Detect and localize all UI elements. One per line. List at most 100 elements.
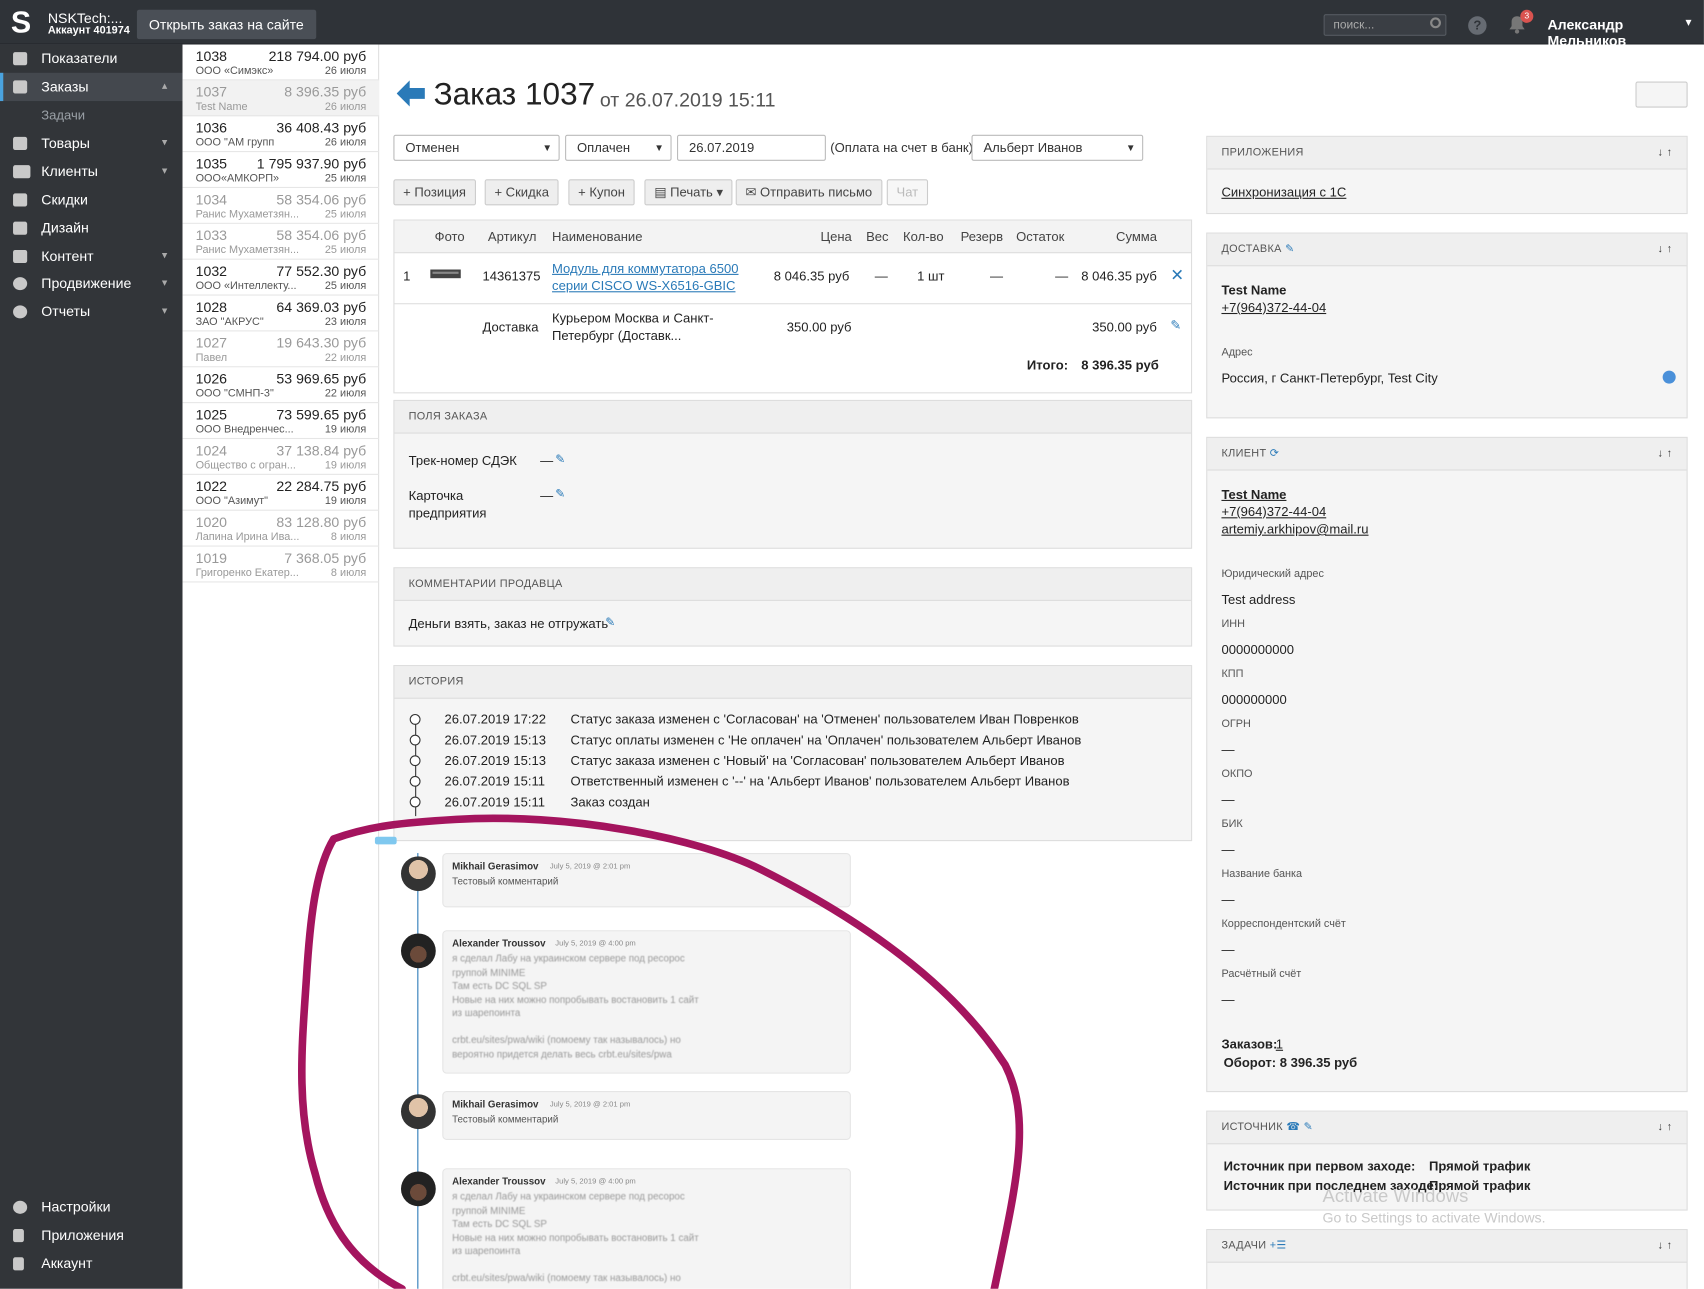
chevron-down-icon[interactable]: ▾ <box>1685 15 1691 29</box>
sidebar-item-clients[interactable]: Клиенты ▾ <box>0 158 183 186</box>
add-discount-button[interactable]: + Скидка <box>484 179 559 206</box>
send-email-button[interactable]: ✉ Отправить письмо <box>735 179 882 206</box>
sidebar-item-discounts[interactable]: Скидки <box>0 186 183 214</box>
edit-icon[interactable]: ✎ <box>1304 1121 1313 1133</box>
list-item[interactable]: 1038 218 794.00 руб ООО «Симэкс» 26 июля <box>182 45 380 81</box>
order-items-table: Фото Артикул Наименование Цена Вес Кол-в… <box>393 219 1193 394</box>
list-item[interactable]: 1026 53 969.65 руб ООО "СМНП-3" 22 июля <box>182 367 380 404</box>
chat-button[interactable]: Чат <box>886 179 928 206</box>
logo[interactable]: S <box>11 6 35 40</box>
chevron-down-icon: ▾ <box>161 136 168 149</box>
sidebar-item-products[interactable]: Товары ▾ <box>0 129 183 157</box>
total-value: 8 396.35 руб <box>1081 357 1159 373</box>
sidebar-item-promotion[interactable]: Продвижение ▾ <box>0 270 183 298</box>
edit-icon[interactable]: ✎ <box>555 454 566 466</box>
edit-icon[interactable]: ✎ <box>1285 243 1294 255</box>
sidebar-item-design[interactable]: Дизайн <box>0 214 183 242</box>
status-select[interactable]: Отменен ▼ <box>393 134 560 161</box>
panel-title: ПОЛЯ ЗАКАЗА <box>394 400 1192 434</box>
list-item[interactable]: 1022 22 284.75 руб ООО "Азимут" 19 июля <box>182 475 380 511</box>
sidebar-item-reports[interactable]: Отчеты ▾ <box>0 298 183 326</box>
phone-link[interactable]: +7(964)372-44-04 <box>1221 300 1326 315</box>
manager-select[interactable]: Альберт Иванов ▼ <box>971 134 1144 161</box>
panel-header[interactable]: ИСТОЧНИК ☎ ✎ ↓ ↑ <box>1207 1111 1687 1145</box>
email-link[interactable]: artemiy.arkhipov@mail.ru <box>1221 522 1368 537</box>
timeline-dot <box>409 775 421 787</box>
history-row: 26.07.2019 17:22 Статус заказа изменен с … <box>394 711 1191 732</box>
product-link[interactable]: Модуль для коммутатора 6500 <box>552 261 738 276</box>
list-item[interactable]: 1032 77 552.30 руб ООО «Интеллекту... 25 ию… <box>182 260 380 296</box>
list-item[interactable]: 1028 64 369.03 руб ЗАО "АКРУС" 23 июля <box>182 296 380 332</box>
list-item[interactable]: 1036 36 408.43 руб ООО "АМ групп 26 июля <box>182 116 380 153</box>
panel-header[interactable]: ЗАДАЧИ +☰ ↓ ↑ <box>1207 1230 1687 1263</box>
edit-icon[interactable]: ✎ <box>555 488 566 500</box>
sidebar-item-apps[interactable]: Приложения <box>0 1221 183 1249</box>
order-detail: Заказ 1037 от 26.07.2019 15:11 Отменен ▼ … <box>379 44 1704 1289</box>
product-link[interactable]: серии CISCO WS-X6516-GBIC <box>552 278 735 293</box>
sidebar-item-content[interactable]: Контент ▾ <box>0 242 183 270</box>
phone-icon[interactable]: ☎ <box>1286 1121 1300 1133</box>
comment-bubble: Mikhail Gerasimov July 5, 2019 @ 2:01 pm … <box>442 853 851 908</box>
account-name[interactable]: NSKTech:... <box>48 10 123 26</box>
sidebar-item-orders[interactable]: Заказы ▴ <box>0 72 183 102</box>
client-orders-link[interactable]: 1 <box>1276 1037 1283 1052</box>
sidebar-item-tasks[interactable]: Задачи <box>0 101 183 129</box>
collapse-buttons[interactable] <box>1635 81 1688 108</box>
table-header: Фото Артикул Наименование Цена Вес Кол-в… <box>394 220 1192 254</box>
sidebar-item-dashboard[interactable]: Показатели <box>0 45 183 73</box>
history-row: 26.07.2019 15:11 Ответственный изменен с … <box>394 773 1191 794</box>
list-item[interactable]: 1035 1 795 937.90 руб ООО«АМКОРП» 25 июля <box>182 152 380 188</box>
sidebar-item-settings[interactable]: Настройки <box>0 1193 183 1221</box>
refresh-icon[interactable]: ⟳ <box>1270 448 1279 460</box>
sidebar-item-account[interactable]: Аккаунт <box>0 1250 183 1278</box>
list-item[interactable]: 1033 58 354.06 руб Ранис Мухаметзян... 25 и… <box>182 224 380 260</box>
seller-comments-panel: КОММЕНТАРИИ ПРОДАВЦА Деньги взять, заказ… <box>393 567 1193 647</box>
edit-icon[interactable]: ✎ <box>1170 317 1181 332</box>
list-item-selected[interactable]: 1037 8 396.35 руб Test Name 26 июля <box>182 80 380 117</box>
comment-bubble: Alexander Troussov July 5, 2019 @ 4:00 pm… <box>442 1168 851 1289</box>
move-arrows-icon[interactable]: ↓ ↑ <box>1658 1230 1673 1263</box>
search-input[interactable]: поиск... <box>1323 14 1447 36</box>
panel-header[interactable]: ПРИЛОЖЕНИЯ ↓ ↑ <box>1207 136 1687 170</box>
add-task-icon[interactable]: +☰ <box>1270 1240 1287 1252</box>
panel-header[interactable]: КЛИЕНТ ⟳ ↓ ↑ <box>1207 437 1687 471</box>
payment-select[interactable]: Оплачен ▼ <box>565 134 672 161</box>
list-item[interactable]: 1024 37 138.84 руб Общество с огран... 19 и… <box>182 439 380 475</box>
panel-header[interactable]: ДОСТАВКА ✎ ↓ ↑ <box>1207 233 1687 267</box>
list-item[interactable]: 1025 73 599.65 руб ООО Внедренчес... 19 июл… <box>182 403 380 440</box>
print-button[interactable]: ▤ Печать ▾ <box>644 179 733 206</box>
search-icon[interactable] <box>1430 17 1441 29</box>
remove-icon[interactable]: ✕ <box>1170 265 1184 284</box>
add-coupon-button[interactable]: + Купон <box>568 179 635 206</box>
order-date: от 26.07.2019 15:11 <box>599 89 776 111</box>
globe-icon[interactable] <box>1662 370 1676 384</box>
timeline-dot <box>409 755 421 767</box>
help-icon[interactable]: ? <box>1468 16 1487 35</box>
user-icon <box>13 1257 24 1271</box>
move-arrows-icon[interactable]: ↓ ↑ <box>1658 1112 1673 1145</box>
pages-icon <box>13 249 28 263</box>
product-photo[interactable] <box>429 266 462 281</box>
payment-date-input[interactable]: 26.07.2019 <box>677 134 826 161</box>
history-panel: ИСТОРИЯ 26.07.2019 17:22 Статус заказа из… <box>393 665 1193 842</box>
list-item[interactable]: 1034 58 354.06 руб Ранис Мухаметзян... 25 и… <box>182 188 380 224</box>
add-position-button[interactable]: + Позиция <box>393 179 476 206</box>
list-item[interactable]: 1019 7 368.05 руб Григоренко Екатер... 8 ию… <box>182 547 380 583</box>
move-arrows-icon[interactable]: ↓ ↑ <box>1658 438 1673 471</box>
top-bar: S NSKTech:... Аккаунт 401974 Открыть зак… <box>0 0 1704 49</box>
edit-icon[interactable]: ✎ <box>605 617 616 629</box>
phone-link[interactable]: +7(964)372-44-04 <box>1221 504 1326 519</box>
avatar <box>400 933 436 969</box>
order-fields-panel: ПОЛЯ ЗАКАЗА Трек-номер СДЭК — ✎ Карточка… <box>393 399 1193 549</box>
move-arrows-icon[interactable]: ↓ ↑ <box>1658 137 1673 170</box>
list-item[interactable]: 1027 19 643.30 руб Павел 22 июля <box>182 331 380 368</box>
back-arrow-icon[interactable] <box>396 80 425 107</box>
account-number: Аккаунт 401974 <box>47 24 130 37</box>
client-name-link[interactable]: Test Name <box>1221 487 1286 502</box>
move-arrows-icon[interactable]: ↓ ↑ <box>1658 234 1673 267</box>
history-row: 26.07.2019 15:11 Заказ создан <box>394 793 1191 814</box>
list-item[interactable]: 1020 83 128.80 руб Лапина Ирина Ива... 8 ию… <box>182 511 380 547</box>
app-link[interactable]: Синхронизация с 1С <box>1221 185 1346 200</box>
open-on-site-button[interactable]: Открыть заказ на сайте <box>136 9 316 40</box>
users-icon <box>13 165 31 179</box>
